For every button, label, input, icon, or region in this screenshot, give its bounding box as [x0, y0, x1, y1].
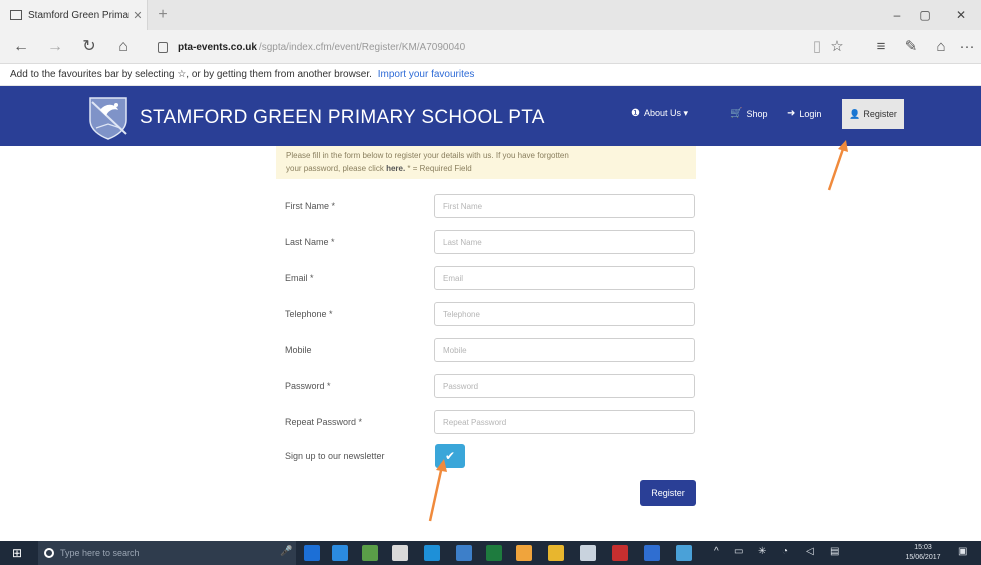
import-favourites-link[interactable]: Import your favourites: [378, 69, 475, 80]
firefox-app-icon[interactable]: [516, 545, 532, 561]
back-arrow-icon[interactable]: ←: [10, 37, 32, 57]
refresh-icon[interactable]: ↻: [78, 37, 100, 57]
newsletter-label: Sign up to our newsletter: [285, 451, 385, 461]
register-submit-button[interactable]: Register: [640, 480, 696, 506]
forward-arrow-icon[interactable]: →: [44, 37, 66, 57]
password-field[interactable]: [434, 374, 695, 398]
info-icon: ❶: [631, 108, 640, 119]
url-host: pta-events.co.uk: [178, 41, 257, 53]
email-label: Email *: [285, 273, 314, 283]
browser-nav-bar: ← → ↻ ⌂ pta-events.co.uk /sgpta/index.cf…: [0, 30, 981, 64]
share-icon[interactable]: ⌂: [930, 37, 952, 57]
taskbar-clock[interactable]: 15:03 15/06/2017: [903, 543, 943, 563]
more-icon[interactable]: ···: [956, 37, 978, 57]
browser-tab[interactable]: Stamford Green Primary ✕: [0, 0, 148, 30]
annotation-arrow-newsletter: [428, 459, 447, 522]
menu-about[interactable]: ❶ About Us ▾: [631, 108, 688, 119]
tray-chevron-icon[interactable]: ^: [714, 546, 719, 557]
telephone-field[interactable]: [434, 302, 695, 326]
menu-about-label: About Us ▾: [643, 108, 689, 118]
required-field-note: * = Required Field: [405, 164, 472, 173]
web-note-icon[interactable]: ✎: [900, 37, 922, 57]
windows-start-icon[interactable]: ⊞: [12, 547, 24, 559]
site-header: STAMFORD GREEN PRIMARY SCHOOL PTA ❶ Abou…: [0, 86, 981, 146]
last-name-label: Last Name *: [285, 237, 335, 247]
user-icon: 👤: [849, 108, 861, 119]
new-tab-icon[interactable]: +: [153, 5, 173, 25]
annotation-arrow-register: [827, 140, 848, 191]
repeat-password-label: Repeat Password *: [285, 417, 363, 427]
notice-line-1: Please fill in the form below to registe…: [286, 151, 569, 160]
tab-page-icon: [10, 10, 22, 20]
menu-register-label: Register: [863, 109, 897, 119]
clock-time: 15:03: [914, 544, 932, 551]
taskbar-search-placeholder: Type here to search: [60, 548, 140, 558]
internet-explorer-icon[interactable]: [424, 545, 440, 561]
favourites-star-icon[interactable]: ☆: [826, 37, 848, 57]
favourites-hint-bar: Add to the favourites bar by selecting ☆…: [0, 64, 981, 86]
wifi-icon[interactable]: ◔: [782, 546, 788, 557]
screen: Stamford Green Primary ✕ + – ▢ ✕ ← → ↻ ⌂…: [0, 0, 981, 565]
repeat-password-field[interactable]: [434, 410, 695, 434]
file-explorer-icon[interactable]: [392, 545, 408, 561]
menu-shop[interactable]: 🛒 Shop: [730, 108, 767, 119]
notice-line-2: your password, please click: [286, 164, 384, 173]
windows-taskbar: ⊞ Type here to search 🎤 ^ ▭ ✳ ◔ ◁ ▤ 15:0…: [0, 541, 981, 565]
volume-icon[interactable]: ◁: [806, 546, 814, 557]
store-app-icon[interactable]: [362, 545, 378, 561]
login-icon: ➜: [787, 108, 796, 119]
forgot-password-link[interactable]: here.: [386, 164, 405, 173]
mobile-field[interactable]: [434, 338, 695, 362]
paint-app-icon[interactable]: [548, 545, 564, 561]
telephone-label: Telephone *: [285, 309, 333, 319]
word-app-icon[interactable]: [644, 545, 660, 561]
photos-app-icon[interactable]: [580, 545, 596, 561]
page-icon: [158, 41, 168, 53]
clock-date: 15/06/2017: [905, 554, 941, 561]
menu-login[interactable]: ➜ Login: [787, 108, 821, 119]
network-app-icon[interactable]: [676, 545, 692, 561]
home-icon[interactable]: ⌂: [112, 37, 134, 57]
mail-app-icon[interactable]: [456, 545, 472, 561]
school-crest-logo[interactable]: [86, 94, 130, 140]
tray-app-icon[interactable]: ✳: [758, 546, 766, 557]
site-name[interactable]: STAMFORD GREEN PRIMARY SCHOOL PTA: [140, 107, 545, 129]
favourites-hint-text: Add to the favourites bar by selecting ☆…: [10, 69, 372, 80]
reading-view-icon[interactable]: ▯: [806, 37, 828, 57]
cart-icon: 🛒: [730, 108, 743, 119]
url-path: /sgpta/index.cfm/event/Register/KM/A7090…: [258, 41, 466, 53]
action-center-icon[interactable]: ▣: [958, 546, 967, 557]
tab-close-icon[interactable]: ✕: [129, 9, 147, 22]
maximize-icon[interactable]: ▢: [914, 6, 936, 24]
form-notice: Please fill in the form below to registe…: [276, 146, 696, 179]
tray-notification-icon[interactable]: ▭: [734, 546, 743, 557]
keyboard-icon[interactable]: ▤: [830, 546, 839, 557]
last-name-field[interactable]: [434, 230, 695, 254]
microphone-icon[interactable]: 🎤: [280, 546, 292, 557]
acrobat-app-icon[interactable]: [612, 545, 628, 561]
minimize-icon[interactable]: –: [886, 6, 908, 24]
tab-title: Stamford Green Primary: [28, 9, 129, 21]
password-label: Password *: [285, 381, 331, 391]
address-bar[interactable]: pta-events.co.uk /sgpta/index.cfm/event/…: [158, 36, 778, 58]
excel-app-icon[interactable]: [486, 545, 502, 561]
menu-register[interactable]: 👤 Register: [842, 99, 904, 129]
edge-app-icon[interactable]: [332, 545, 348, 561]
taskbar-search[interactable]: Type here to search: [38, 541, 296, 565]
task-view-icon[interactable]: [304, 545, 320, 561]
menu-shop-label: Shop: [746, 108, 768, 119]
mobile-label: Mobile: [285, 345, 312, 355]
cortana-icon: [44, 548, 54, 558]
first-name-field[interactable]: [434, 194, 695, 218]
browser-tab-strip: Stamford Green Primary ✕ + – ▢ ✕: [0, 0, 981, 30]
close-window-icon[interactable]: ✕: [950, 6, 972, 24]
email-field[interactable]: [434, 266, 695, 290]
first-name-label: First Name *: [285, 201, 336, 211]
hub-icon[interactable]: ≡: [870, 37, 892, 57]
menu-login-label: Login: [799, 108, 822, 119]
